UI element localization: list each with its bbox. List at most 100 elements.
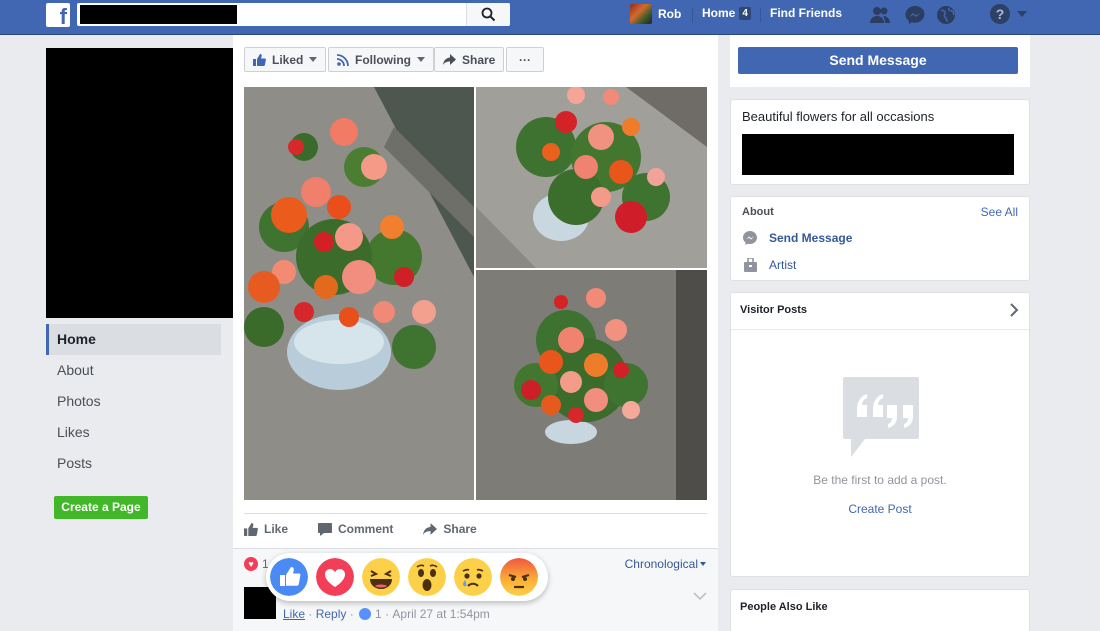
search-box[interactable]	[77, 3, 510, 26]
nav-home-label: Home	[702, 6, 736, 20]
page-action-bar: Liked Following Share ···	[233, 35, 718, 87]
notifications-globe-icon[interactable]	[935, 5, 957, 25]
about-send-message-row[interactable]: Send Message	[742, 230, 852, 246]
nav-find-friends-link[interactable]: Find Friends	[770, 6, 842, 20]
more-dots-icon: ···	[519, 52, 531, 67]
people-also-like-card: People Also Like	[730, 589, 1030, 631]
about-send-message-label[interactable]: Send Message	[769, 231, 852, 245]
post-action-row: Like Comment Share	[244, 513, 707, 544]
following-button[interactable]: Following	[328, 47, 434, 72]
search-button[interactable]	[466, 3, 510, 26]
comment-like-count[interactable]: 1	[375, 607, 382, 621]
flower-arrangement-photo	[476, 270, 707, 500]
home-notification-badge: 4	[739, 6, 751, 20]
post-photo-bottom-right[interactable]	[476, 270, 707, 500]
like-reaction-mini-icon	[359, 608, 372, 620]
meta-separator: ·	[305, 607, 316, 621]
chevron-right-icon[interactable]	[1009, 303, 1019, 317]
send-message-button[interactable]: Send Message	[738, 47, 1018, 74]
thumbs-up-icon	[244, 522, 258, 536]
account-menu-caret-icon[interactable]	[1017, 11, 1027, 17]
visitor-posts-title: Visitor Posts	[740, 304, 808, 316]
nav-home-link[interactable]: Home 4	[702, 6, 751, 20]
chevron-down-icon[interactable]	[693, 591, 707, 601]
nav-divider	[760, 8, 761, 22]
post-photo-main[interactable]	[244, 87, 474, 500]
page-description-card: Beautiful flowers for all occasions	[730, 99, 1030, 185]
post-like-button[interactable]: Like	[244, 522, 288, 536]
post-like-label: Like	[264, 522, 289, 536]
like-reaction-icon[interactable]	[270, 558, 308, 596]
friend-requests-icon[interactable]	[869, 5, 891, 25]
about-title: About	[742, 206, 774, 218]
liked-label: Liked	[272, 52, 304, 67]
create-post-link[interactable]: Create Post	[731, 502, 1029, 516]
share-label: Share	[462, 52, 496, 67]
visitor-posts-card: Visitor Posts Be the first to add a post…	[730, 292, 1030, 577]
redacted-content	[742, 134, 1014, 175]
about-card: About See All Send Message Artist	[730, 196, 1030, 281]
top-navigation-bar: f Rob Home 4 Find Friends ?	[0, 0, 1100, 35]
thumbs-up-icon	[253, 53, 266, 66]
create-page-button[interactable]: Create a Page	[54, 496, 148, 519]
nav-divider	[692, 8, 693, 22]
share-page-button[interactable]: Share	[434, 47, 505, 72]
post-card: Like Comment Share ♥ 1 Chronological Lik…	[233, 87, 718, 631]
page-description: Beautiful flowers for all occasions	[742, 109, 935, 124]
angry-reaction-icon[interactable]	[500, 558, 538, 596]
quote-bubble-icon	[843, 377, 919, 457]
liked-button[interactable]: Liked	[244, 47, 327, 72]
search-icon	[481, 7, 496, 22]
reaction-summary[interactable]: ♥ 1	[244, 557, 269, 571]
comment-sort-dropdown[interactable]: Chronological	[625, 557, 706, 571]
user-name: Rob	[658, 7, 682, 21]
help-icon[interactable]: ?	[990, 4, 1010, 24]
comment-like-link[interactable]: Like	[283, 607, 305, 621]
left-nav-item-home[interactable]: Home	[46, 324, 221, 355]
wow-reaction-icon[interactable]	[408, 558, 446, 596]
following-label: Following	[355, 52, 411, 67]
left-nav-item-photos[interactable]: Photos	[46, 386, 221, 417]
about-category-label[interactable]: Artist	[769, 258, 796, 272]
page-left-navigation: Home About Photos Likes Posts	[46, 324, 221, 479]
nav-profile-link[interactable]: Rob	[630, 4, 681, 24]
post-share-button[interactable]: Share	[423, 522, 477, 536]
post-photo-top-right[interactable]	[476, 87, 707, 268]
share-arrow-icon	[423, 523, 438, 535]
comment-sort-label: Chronological	[624, 557, 698, 571]
comment-meta: Like · Reply · 1 · April 27 at 1:54pm	[283, 607, 490, 621]
left-nav-item-posts[interactable]: Posts	[46, 448, 221, 479]
visitor-posts-empty-text: Be the first to add a post.	[813, 473, 947, 487]
love-reaction-icon[interactable]	[316, 558, 354, 596]
comment-timestamp[interactable]: April 27 at 1:54pm	[392, 607, 489, 621]
page-profile-picture[interactable]	[46, 48, 233, 318]
meta-separator: ·	[346, 607, 358, 621]
sad-reaction-icon[interactable]	[454, 558, 492, 596]
messenger-icon[interactable]	[904, 5, 926, 25]
meta-separator: ·	[381, 607, 393, 621]
left-nav-item-about[interactable]: About	[46, 355, 221, 386]
love-reaction-mini-icon: ♥	[244, 557, 258, 571]
more-options-button[interactable]: ···	[506, 47, 544, 72]
rss-follow-icon	[337, 53, 349, 66]
post-share-label: Share	[443, 522, 477, 536]
flower-arrangement-photo	[244, 87, 474, 500]
about-category-row: Artist	[742, 257, 796, 273]
haha-reaction-icon[interactable]	[362, 558, 400, 596]
messenger-icon	[743, 231, 757, 245]
chevron-down-icon	[309, 57, 318, 62]
briefcase-category-icon	[743, 258, 757, 272]
chevron-down-icon	[700, 562, 706, 566]
comment-bubble-icon	[318, 522, 333, 536]
share-arrow-icon	[443, 54, 456, 65]
left-nav-item-likes[interactable]: Likes	[46, 417, 221, 448]
chevron-down-icon	[417, 57, 425, 62]
divider	[731, 329, 1029, 330]
post-comment-button[interactable]: Comment	[318, 522, 393, 536]
post-comment-label: Comment	[338, 522, 394, 536]
reactions-popover	[266, 553, 548, 601]
about-see-all-link[interactable]: See All	[981, 205, 1018, 219]
comment-reply-link[interactable]: Reply	[316, 607, 347, 621]
facebook-logo-icon[interactable]: f	[46, 3, 70, 27]
people-also-like-title: People Also Like	[740, 601, 828, 613]
